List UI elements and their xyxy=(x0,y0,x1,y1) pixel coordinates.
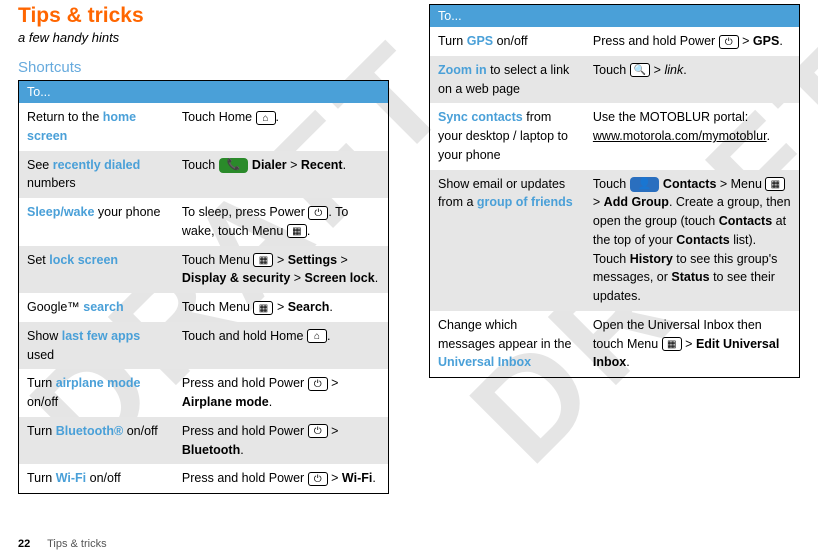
footer-label: Tips & tricks xyxy=(47,538,107,550)
table-row: Sync contacts from your desktop / laptop… xyxy=(430,103,800,169)
table-row: Change which messages appear in the Univ… xyxy=(430,311,800,378)
motoblur-link[interactable]: www.motorola.com/mymotoblur xyxy=(593,129,767,143)
menu-icon: ▦ xyxy=(287,224,307,238)
home-icon: ⌂ xyxy=(307,329,327,343)
page-subtitle: a few handy hints xyxy=(18,30,389,45)
menu-icon: ▦ xyxy=(253,253,273,267)
section-heading: Shortcuts xyxy=(18,59,389,76)
power-icon: ⏻ xyxy=(308,377,328,391)
power-icon: ⏻ xyxy=(308,472,328,486)
menu-icon: ▦ xyxy=(253,301,273,315)
dialer-icon: 📞 xyxy=(219,158,249,173)
power-icon: ⏻ xyxy=(308,424,328,438)
page-footer: 22 Tips & tricks xyxy=(18,538,107,550)
table-row: Turn Wi-Fi on/off Press and hold Power ⏻… xyxy=(19,464,389,493)
table-row: Turn Bluetooth® on/off Press and hold Po… xyxy=(19,417,389,465)
menu-icon: ▦ xyxy=(765,177,785,191)
page-content: Tips & tricks a few handy hints Shortcut… xyxy=(0,0,818,494)
search-icon: 🔍 xyxy=(630,63,650,77)
contacts-icon: 👤 xyxy=(630,177,660,192)
shortcuts-table-1: To... Return to the home screen Touch Ho… xyxy=(18,80,389,494)
power-icon: ⏻ xyxy=(308,206,328,220)
table-row: Turn airplane mode on/off Press and hold… xyxy=(19,369,389,417)
table-row: Show email or updates from a group of fr… xyxy=(430,170,800,311)
shortcuts-table-2: To... Turn GPS on/off Press and hold Pow… xyxy=(429,4,800,378)
menu-icon: ▦ xyxy=(662,337,682,351)
table-row: See recently dialed numbers Touch 📞 Dial… xyxy=(19,151,389,199)
table-row: Turn GPS on/off Press and hold Power ⏻ >… xyxy=(430,27,800,56)
page-title: Tips & tricks xyxy=(18,4,389,28)
power-icon: ⏻ xyxy=(719,35,739,49)
right-column: To... Turn GPS on/off Press and hold Pow… xyxy=(429,4,800,494)
table-row: Google™ search Touch Menu ▦ > Search. xyxy=(19,293,389,322)
table-header: To... xyxy=(19,81,389,104)
table-row: Zoom in to select a link on a web page T… xyxy=(430,56,800,104)
table-row: Set lock screen Touch Menu ▦ > Settings … xyxy=(19,246,389,294)
table-row: Show last few apps used Touch and hold H… xyxy=(19,322,389,370)
table-row: Return to the home screen Touch Home ⌂. xyxy=(19,103,389,151)
left-column: Tips & tricks a few handy hints Shortcut… xyxy=(18,4,389,494)
page-number: 22 xyxy=(18,538,30,550)
home-icon: ⌂ xyxy=(256,111,276,125)
table-header: To... xyxy=(430,5,800,28)
table-row: Sleep/wake your phone To sleep, press Po… xyxy=(19,198,389,246)
